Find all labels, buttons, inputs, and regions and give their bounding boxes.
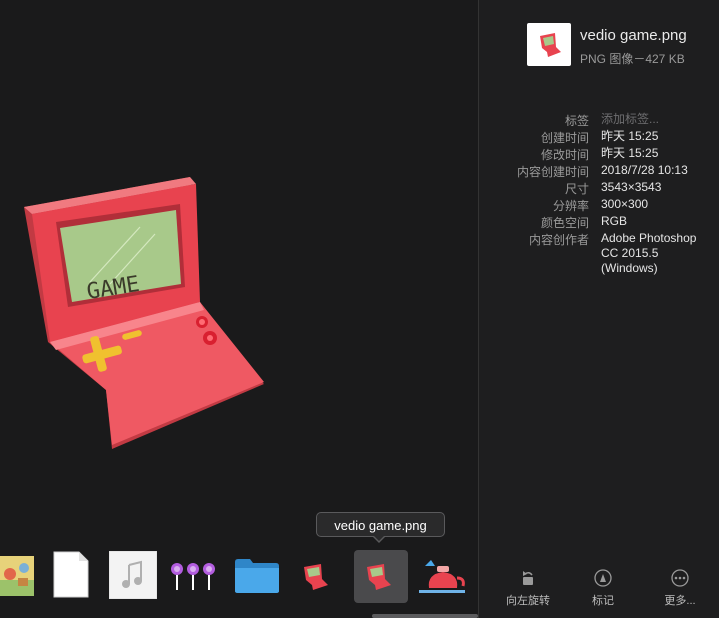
meta-label: 尺寸 [564,182,589,196]
teapot-thumbnail-icon[interactable] [417,556,467,596]
meta-value: 2018/7/28 10:13 [601,163,688,177]
info-pane [479,0,719,618]
meta-row-dimensions: 尺寸 3543×3543 [490,180,715,197]
meta-value: 300×300 [601,197,649,211]
meta-row-content-created: 内容创建时间 2018/7/28 10:13 [490,163,715,180]
video-game-thumbnail-icon[interactable] [303,563,329,591]
video-game-thumbnail-icon-selected[interactable] [366,563,392,591]
meta-row-color-space: 颜色空间 RGB [490,214,715,231]
file-type-size: PNG 图像－427 KB [580,52,685,66]
meta-value: 3543×3543 [601,180,662,194]
meta-value-line3: (Windows) [601,261,658,275]
markup-button[interactable]: 标记 [583,568,623,608]
meta-label: 内容创作者 [528,233,589,247]
cartoon-scene-thumbnail-icon[interactable] [0,556,34,596]
meta-row-tags: 标签 添加标签... [490,112,715,129]
blank-document-thumbnail-icon[interactable] [53,551,89,598]
video-game-image: GAME [24,177,264,449]
meta-row-modified: 修改时间 昨天 15:25 [490,146,715,163]
more-button[interactable]: 更多... [660,568,700,608]
markup-pen-icon [594,569,612,587]
tooltip-arrow-inner [374,536,384,541]
meta-value-line2: CC 2015.5 [601,246,659,260]
meta-value: 昨天 15:25 [601,146,659,160]
meta-value: RGB [601,214,628,228]
filename-tooltip: vedio game.png [316,512,445,537]
file-preview-icon [527,23,571,66]
lollipop-thumbnail-icon[interactable] [169,561,217,591]
meta-row-created: 创建时间 昨天 15:25 [490,129,715,146]
meta-label: 修改时间 [540,148,589,162]
rotate-left-button[interactable]: 向左旋转 [503,568,553,608]
meta-label: 创建时间 [540,131,589,145]
meta-label: 分辨率 [552,199,589,213]
meta-label: 内容创建时间 [516,165,589,179]
rotate-left-icon [523,571,533,585]
meta-label: 标签 [564,114,589,128]
markup-label: 标记 [592,595,614,607]
blue-folder-thumbnail-icon[interactable] [234,558,280,594]
rotate-left-label: 向左旋转 [506,595,550,607]
meta-value: Adobe Photoshop [601,231,697,245]
file-name: vedio game.png [580,27,687,44]
meta-value: 昨天 15:25 [601,129,659,143]
meta-label: 颜色空间 [540,216,589,230]
more-ellipsis-icon [671,569,689,587]
meta-row-resolution: 分辨率 300×300 [490,197,715,214]
meta-row-content-creator: 内容创作者 Adobe Photoshop CC 2015.5 (Windows… [490,231,715,281]
filmstrip-scrollbar-thumb[interactable] [372,614,478,618]
music-file-thumbnail-icon[interactable] [109,551,157,599]
more-label: 更多... [664,595,696,607]
add-tags-field[interactable]: 添加标签... [601,112,659,127]
